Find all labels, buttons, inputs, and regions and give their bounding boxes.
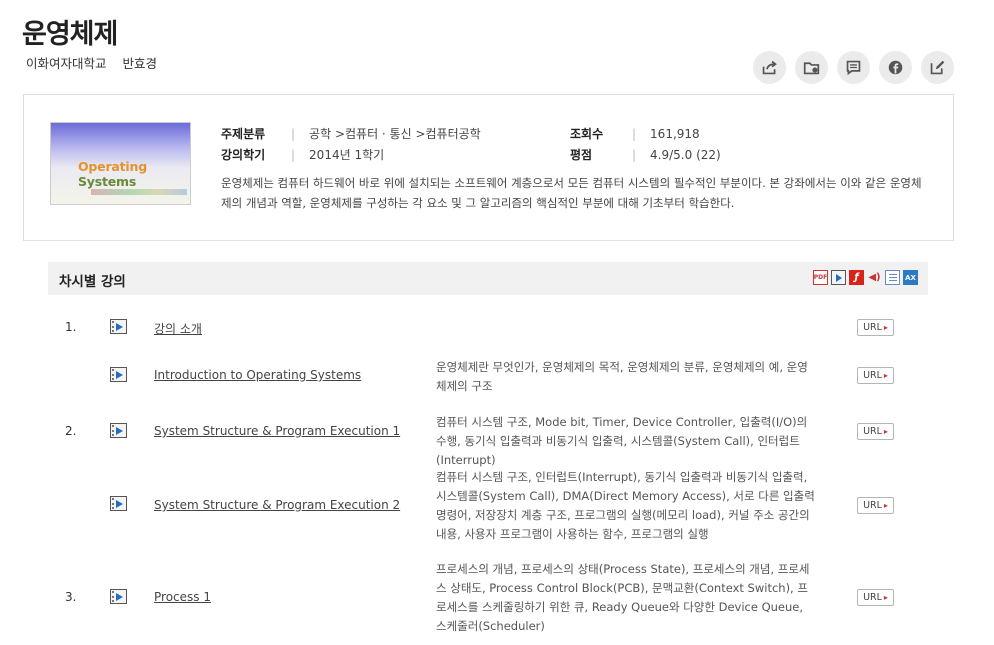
video-icon[interactable] <box>110 367 127 382</box>
url-button[interactable]: URL ▸ <box>857 319 894 336</box>
video-icon[interactable] <box>110 589 127 604</box>
section-title: 차시별 강의 <box>59 274 126 290</box>
lecture-link[interactable]: 강의 소개 <box>154 320 202 337</box>
action-buttons <box>753 51 954 84</box>
lecture-link[interactable]: System Structure & Program Execution 1 <box>154 424 400 438</box>
audio-icon[interactable]: ◀) <box>867 270 882 285</box>
thumbnail-strip <box>91 189 187 195</box>
facebook-icon <box>888 60 903 75</box>
flash-icon[interactable]: ƒ <box>849 270 864 285</box>
url-button[interactable]: URL ▸ <box>857 497 894 514</box>
lecture-description: 프로세스의 개념, 프로세스의 상태(Process State), 프로세스의… <box>436 562 810 633</box>
folder-add-icon <box>803 62 820 75</box>
lecture-link[interactable]: System Structure & Program Execution 2 <box>154 498 400 512</box>
document-icon[interactable] <box>885 270 900 285</box>
url-button[interactable]: URL ▸ <box>857 367 894 384</box>
url-button[interactable]: URL ▸ <box>857 423 894 440</box>
add-to-folder-button[interactable] <box>795 51 828 84</box>
video-icon[interactable] <box>110 496 127 511</box>
meta-category: 주제분류 | 공학 >컴퓨터 · 통신 >컴퓨터공학 <box>221 127 481 141</box>
comment-button[interactable] <box>837 51 870 84</box>
lecture-link[interactable]: Process 1 <box>154 590 211 604</box>
pdf-icon[interactable]: PDF <box>813 270 828 285</box>
thumbnail-title: Operating Systems <box>78 159 147 189</box>
lecture-description: 컴퓨터 시스템 구조, 인터럽트(Interrupt), 동기식 입출력과 비동… <box>436 470 815 541</box>
video-icon[interactable] <box>110 319 127 334</box>
course-info-box: Operating Systems 주제분류 | 공학 >컴퓨터 · 통신 >컴퓨터… <box>23 94 954 241</box>
lecture-number: 3. <box>65 590 77 604</box>
course-subtitle: 이화여자대학교 반효경 <box>26 53 169 72</box>
meta-views: 조회수 | 161,918 <box>570 127 700 141</box>
format-icons: PDF ƒ ◀) AX <box>813 270 918 285</box>
comment-icon <box>846 60 861 76</box>
video-icon[interactable] <box>110 423 127 438</box>
course-thumbnail[interactable]: Operating Systems <box>50 122 191 205</box>
meta-rating: 평점 | 4.9/5.0 (22) <box>570 148 721 162</box>
lecture-description: 운영체제란 무엇인가, 운영체제의 목적, 운영체제의 분류, 운영체제의 예,… <box>436 360 808 393</box>
university-name: 이화여자대학교 <box>26 56 107 71</box>
lecture-number: 1. <box>65 320 77 334</box>
lecture-description: 컴퓨터 시스템 구조, Mode bit, Timer, Device Cont… <box>436 415 808 467</box>
lecture-section-header: 차시별 강의 PDF ƒ ◀) AX <box>48 262 928 295</box>
edit-button[interactable] <box>921 51 954 84</box>
url-button[interactable]: URL ▸ <box>857 589 894 606</box>
ax-icon[interactable]: AX <box>903 270 918 285</box>
lecture-number: 2. <box>65 424 77 438</box>
professor-name: 반효경 <box>122 56 158 71</box>
share-icon <box>762 60 777 75</box>
lecture-link[interactable]: Introduction to Operating Systems <box>154 368 361 382</box>
video-icon[interactable] <box>831 270 846 285</box>
share-button[interactable] <box>753 51 786 84</box>
meta-semester: 강의학기 | 2014년 1학기 <box>221 148 385 162</box>
edit-icon <box>930 60 945 75</box>
course-title: 운영체제 <box>22 19 118 50</box>
course-description: 운영체제는 컴퓨터 하드웨어 바로 위에 설치되는 소프트웨어 계층으로서 모든… <box>221 176 922 210</box>
facebook-button[interactable] <box>879 51 912 84</box>
